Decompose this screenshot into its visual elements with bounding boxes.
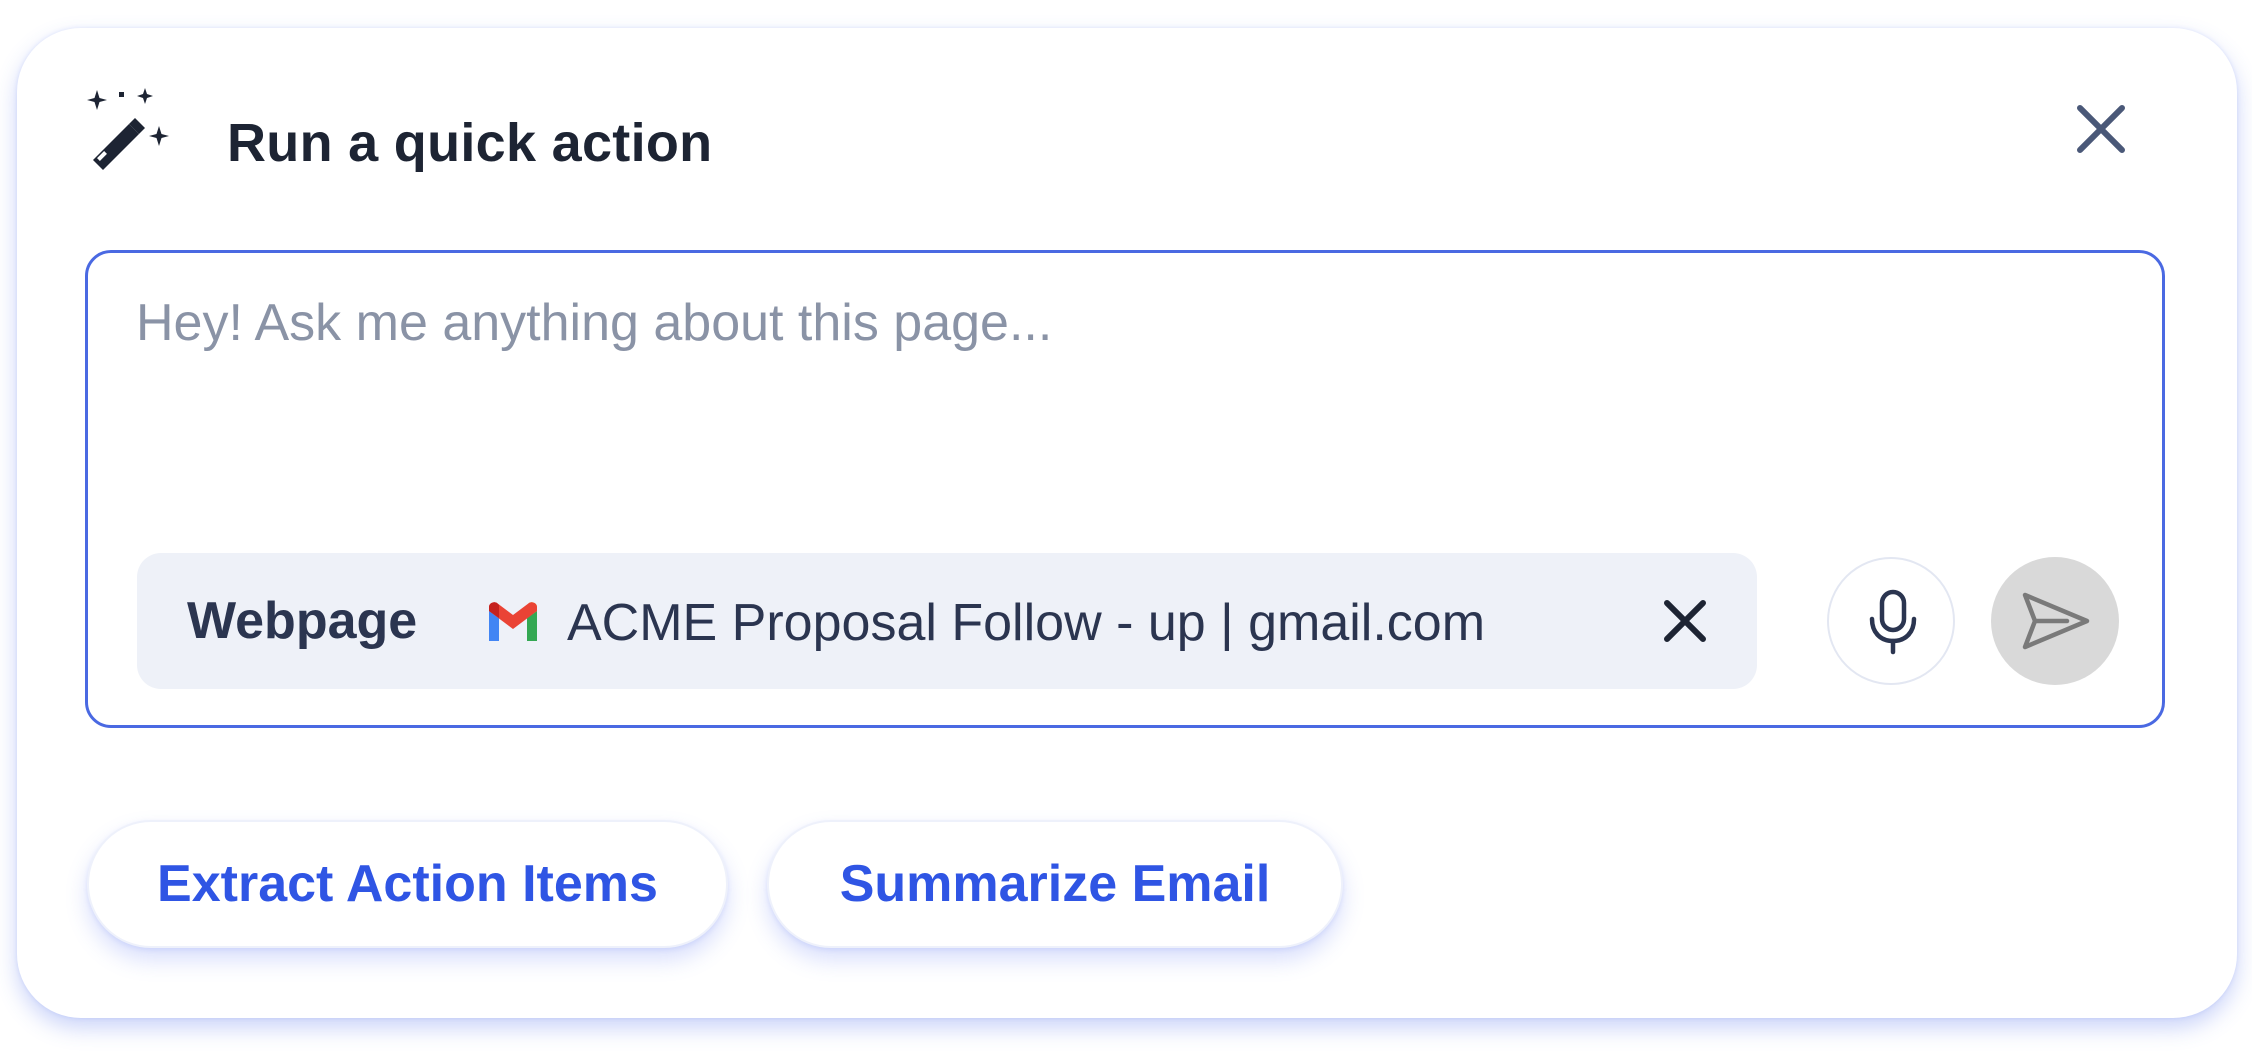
- context-page: ACME Proposal Follow - up | gmail.com: [457, 553, 1609, 689]
- context-chip: Webpage ACME Proposal Follow - up | gmai…: [137, 553, 1757, 689]
- remove-context-button[interactable]: [1655, 591, 1715, 651]
- magic-wand-sparkles-icon: [83, 86, 173, 176]
- quick-action-stage: Run a quick action Webpage: [0, 0, 2252, 1052]
- prompt-input-box: Webpage ACME Proposal Follow - up | gmai…: [85, 250, 2165, 728]
- suggestion-extract-action-items[interactable]: Extract Action Items: [87, 820, 728, 948]
- microphone-button[interactable]: [1827, 557, 1955, 685]
- quick-action-panel: Run a quick action Webpage: [17, 28, 2237, 1018]
- panel-header: Run a quick action: [17, 28, 2237, 213]
- microphone-icon: [1869, 589, 1917, 655]
- close-icon: [2077, 105, 2125, 153]
- context-type-label: Webpage: [187, 592, 418, 650]
- context-page-title: ACME Proposal Follow - up | gmail.com: [567, 594, 1486, 652]
- close-icon: [1664, 600, 1706, 642]
- send-icon: [2022, 592, 2090, 650]
- send-button[interactable]: [1991, 557, 2119, 685]
- gmail-icon: [485, 601, 541, 643]
- close-button[interactable]: [2064, 92, 2138, 166]
- prompt-input[interactable]: [136, 293, 2036, 453]
- suggestion-summarize-email[interactable]: Summarize Email: [767, 820, 1343, 948]
- panel-title: Run a quick action: [227, 113, 713, 173]
